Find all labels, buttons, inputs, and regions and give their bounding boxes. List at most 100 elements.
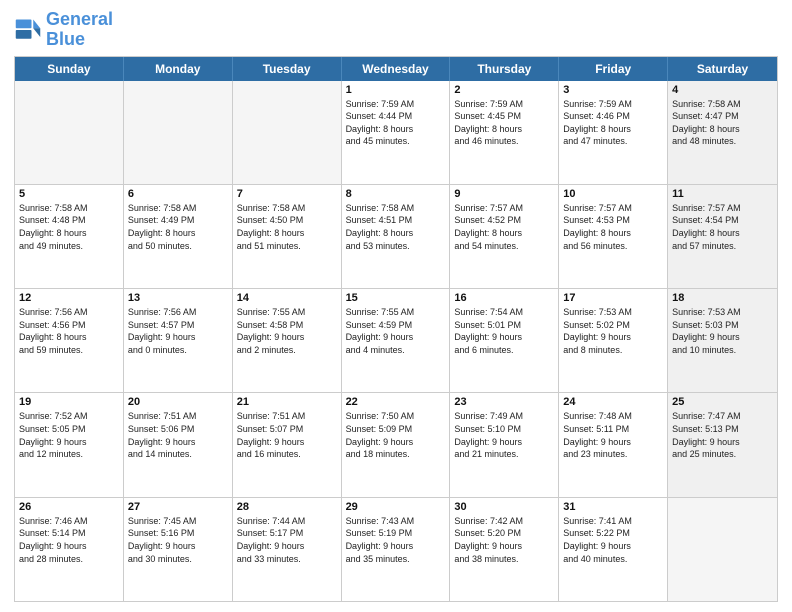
day-cell: 23 Sunrise: 7:49 AM Sunset: 5:10 PM Dayli… [450, 393, 559, 496]
day-cell: 18 Sunrise: 7:53 AM Sunset: 5:03 PM Dayli… [668, 289, 777, 392]
day-number: 15 [346, 292, 446, 304]
day-info: Sunrise: 7:56 AM Sunset: 4:57 PM Dayligh… [128, 306, 228, 356]
day-number: 23 [454, 396, 554, 408]
day-number: 5 [19, 188, 119, 200]
day-info: Sunrise: 7:59 AM Sunset: 4:44 PM Dayligh… [346, 98, 446, 148]
day-header-friday: Friday [559, 57, 668, 81]
week-row: 12 Sunrise: 7:56 AM Sunset: 4:56 PM Dayli… [15, 288, 777, 392]
day-number: 24 [563, 396, 663, 408]
day-cell: 2 Sunrise: 7:59 AM Sunset: 4:45 PM Daylig… [450, 81, 559, 184]
day-info: Sunrise: 7:55 AM Sunset: 4:59 PM Dayligh… [346, 306, 446, 356]
day-info: Sunrise: 7:47 AM Sunset: 5:13 PM Dayligh… [672, 410, 773, 460]
day-cell [233, 81, 342, 184]
day-info: Sunrise: 7:58 AM Sunset: 4:50 PM Dayligh… [237, 202, 337, 252]
day-info: Sunrise: 7:55 AM Sunset: 4:58 PM Dayligh… [237, 306, 337, 356]
day-header-thursday: Thursday [450, 57, 559, 81]
day-cell: 14 Sunrise: 7:55 AM Sunset: 4:58 PM Dayli… [233, 289, 342, 392]
day-cell: 22 Sunrise: 7:50 AM Sunset: 5:09 PM Dayli… [342, 393, 451, 496]
day-cell: 10Sunrise: 7:57 AM Sunset: 4:53 PM Dayli… [559, 185, 668, 288]
day-cell: 27 Sunrise: 7:45 AM Sunset: 5:16 PM Dayli… [124, 498, 233, 601]
day-info: Sunrise: 7:48 AM Sunset: 5:11 PM Dayligh… [563, 410, 663, 460]
day-cell: 11 Sunrise: 7:57 AM Sunset: 4:54 PM Dayli… [668, 185, 777, 288]
day-header-wednesday: Wednesday [342, 57, 451, 81]
day-info: Sunrise: 7:59 AM Sunset: 4:46 PM Dayligh… [563, 98, 663, 148]
day-number: 25 [672, 396, 773, 408]
week-row: 26Sunrise: 7:46 AM Sunset: 5:14 PM Dayli… [15, 497, 777, 601]
day-cell: 31 Sunrise: 7:41 AM Sunset: 5:22 PM Dayli… [559, 498, 668, 601]
day-number: 12 [19, 292, 119, 304]
calendar: SundayMondayTuesdayWednesdayThursdayFrid… [14, 56, 778, 602]
day-cell: 9 Sunrise: 7:57 AM Sunset: 4:52 PM Daylig… [450, 185, 559, 288]
day-cell: 12 Sunrise: 7:56 AM Sunset: 4:56 PM Dayli… [15, 289, 124, 392]
day-number: 2 [454, 84, 554, 96]
day-cell: 25 Sunrise: 7:47 AM Sunset: 5:13 PM Dayli… [668, 393, 777, 496]
day-number: 18 [672, 292, 773, 304]
day-cell [15, 81, 124, 184]
week-row: 5 Sunrise: 7:58 AM Sunset: 4:48 PM Daylig… [15, 184, 777, 288]
day-header-monday: Monday [124, 57, 233, 81]
day-number: 7 [237, 188, 337, 200]
day-info: Sunrise: 7:41 AM Sunset: 5:22 PM Dayligh… [563, 515, 663, 565]
day-cell: 4Sunrise: 7:58 AM Sunset: 4:47 PM Daylig… [668, 81, 777, 184]
day-cell: 30Sunrise: 7:42 AM Sunset: 5:20 PM Dayli… [450, 498, 559, 601]
day-number: 16 [454, 292, 554, 304]
day-number: 27 [128, 501, 228, 513]
day-number: 21 [237, 396, 337, 408]
day-cell: 16 Sunrise: 7:54 AM Sunset: 5:01 PM Dayli… [450, 289, 559, 392]
day-number: 3 [563, 84, 663, 96]
day-cell [668, 498, 777, 601]
day-number: 31 [563, 501, 663, 513]
day-info: Sunrise: 7:53 AM Sunset: 5:02 PM Dayligh… [563, 306, 663, 356]
day-info: Sunrise: 7:45 AM Sunset: 5:16 PM Dayligh… [128, 515, 228, 565]
day-number: 22 [346, 396, 446, 408]
day-number: 11 [672, 188, 773, 200]
day-cell: 5 Sunrise: 7:58 AM Sunset: 4:48 PM Daylig… [15, 185, 124, 288]
day-info: Sunrise: 7:49 AM Sunset: 5:10 PM Dayligh… [454, 410, 554, 460]
day-number: 9 [454, 188, 554, 200]
logo-text: General Blue [46, 10, 113, 50]
day-info: Sunrise: 7:58 AM Sunset: 4:49 PM Dayligh… [128, 202, 228, 252]
day-cell: 20Sunrise: 7:51 AM Sunset: 5:06 PM Dayli… [124, 393, 233, 496]
day-number: 14 [237, 292, 337, 304]
day-number: 19 [19, 396, 119, 408]
day-number: 13 [128, 292, 228, 304]
day-info: Sunrise: 7:50 AM Sunset: 5:09 PM Dayligh… [346, 410, 446, 460]
day-info: Sunrise: 7:44 AM Sunset: 5:17 PM Dayligh… [237, 515, 337, 565]
day-number: 10 [563, 188, 663, 200]
logo: General Blue [14, 10, 113, 50]
day-number: 20 [128, 396, 228, 408]
day-info: Sunrise: 7:56 AM Sunset: 4:56 PM Dayligh… [19, 306, 119, 356]
day-info: Sunrise: 7:59 AM Sunset: 4:45 PM Dayligh… [454, 98, 554, 148]
day-cell: 29 Sunrise: 7:43 AM Sunset: 5:19 PM Dayli… [342, 498, 451, 601]
day-number: 26 [19, 501, 119, 513]
weeks: 1 Sunrise: 7:59 AM Sunset: 4:44 PM Daylig… [15, 81, 777, 601]
day-number: 17 [563, 292, 663, 304]
day-cell: 3 Sunrise: 7:59 AM Sunset: 4:46 PM Daylig… [559, 81, 668, 184]
day-info: Sunrise: 7:43 AM Sunset: 5:19 PM Dayligh… [346, 515, 446, 565]
day-cell: 1 Sunrise: 7:59 AM Sunset: 4:44 PM Daylig… [342, 81, 451, 184]
week-row: 1 Sunrise: 7:59 AM Sunset: 4:44 PM Daylig… [15, 81, 777, 184]
day-number: 29 [346, 501, 446, 513]
day-cell: 15 Sunrise: 7:55 AM Sunset: 4:59 PM Dayli… [342, 289, 451, 392]
day-cell: 19Sunrise: 7:52 AM Sunset: 5:05 PM Dayli… [15, 393, 124, 496]
day-header-sunday: Sunday [15, 57, 124, 81]
day-cell: 6Sunrise: 7:58 AM Sunset: 4:49 PM Daylig… [124, 185, 233, 288]
day-info: Sunrise: 7:51 AM Sunset: 5:07 PM Dayligh… [237, 410, 337, 460]
day-header-saturday: Saturday [668, 57, 777, 81]
day-cell [124, 81, 233, 184]
day-number: 30 [454, 501, 554, 513]
page: General Blue SundayMondayTuesdayWednesda… [0, 0, 792, 612]
day-cell: 13 Sunrise: 7:56 AM Sunset: 4:57 PM Dayli… [124, 289, 233, 392]
day-number: 4 [672, 84, 773, 96]
day-info: Sunrise: 7:57 AM Sunset: 4:54 PM Dayligh… [672, 202, 773, 252]
day-cell: 26Sunrise: 7:46 AM Sunset: 5:14 PM Dayli… [15, 498, 124, 601]
day-cell: 17 Sunrise: 7:53 AM Sunset: 5:02 PM Dayli… [559, 289, 668, 392]
day-info: Sunrise: 7:58 AM Sunset: 4:48 PM Dayligh… [19, 202, 119, 252]
day-number: 1 [346, 84, 446, 96]
day-info: Sunrise: 7:54 AM Sunset: 5:01 PM Dayligh… [454, 306, 554, 356]
day-info: Sunrise: 7:53 AM Sunset: 5:03 PM Dayligh… [672, 306, 773, 356]
day-info: Sunrise: 7:57 AM Sunset: 4:52 PM Dayligh… [454, 202, 554, 252]
day-info: Sunrise: 7:58 AM Sunset: 4:51 PM Dayligh… [346, 202, 446, 252]
day-header-tuesday: Tuesday [233, 57, 342, 81]
day-cell: 21 Sunrise: 7:51 AM Sunset: 5:07 PM Dayli… [233, 393, 342, 496]
